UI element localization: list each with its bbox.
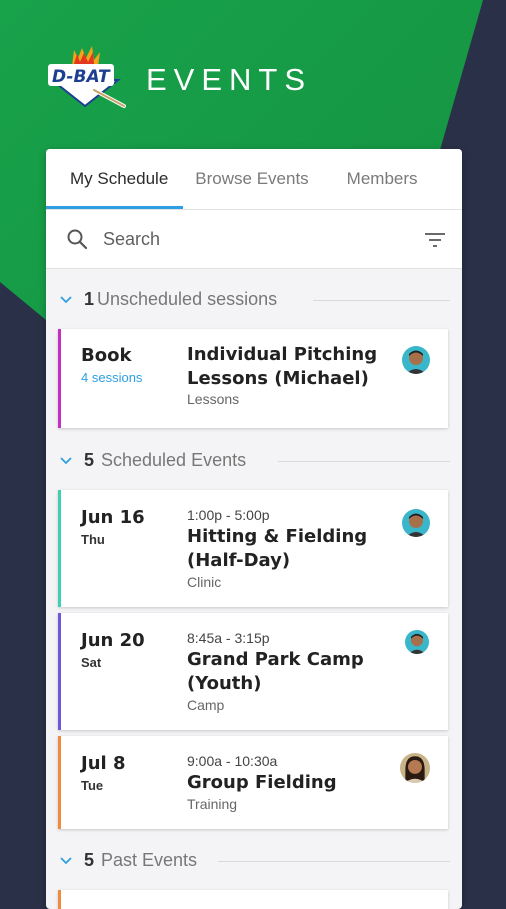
event-time: 9:00a - 10:30a — [187, 753, 278, 769]
event-day: Sat — [81, 655, 102, 670]
category-stripe — [58, 613, 61, 730]
logo-text: D-BAT — [52, 67, 111, 87]
event-title-line1: Individual Pitching — [187, 344, 378, 365]
event-time: 8:45a - 3:15p — [187, 630, 270, 646]
search-input[interactable]: Search — [103, 229, 160, 250]
sessions-link[interactable]: 4 sessions — [81, 370, 142, 385]
section-past[interactable]: 5 Past Events — [46, 845, 462, 875]
tab-bar: My Schedule Browse Events Members — [46, 149, 462, 210]
tab-my-schedule[interactable]: My Schedule — [46, 149, 184, 209]
section-label: Past Events — [101, 850, 198, 870]
event-title-line1: Hitting & Fielding — [187, 526, 368, 547]
event-day: Tue — [81, 778, 104, 793]
events-card: My Schedule Browse Events Members Search… — [46, 149, 462, 909]
section-divider — [218, 861, 450, 862]
tab-browse-events[interactable]: Browse Events — [183, 149, 320, 209]
avatar[interactable] — [405, 630, 429, 654]
avatar[interactable] — [402, 346, 430, 374]
event-title-line2: (Half-Day) — [187, 550, 291, 571]
dbat-logo: D-BAT — [44, 44, 126, 116]
event-item[interactable]: Jun 20 Sat 8:45a - 3:15p Grand Park Camp… — [58, 613, 448, 730]
section-label: Unscheduled sessions — [97, 289, 278, 309]
event-title: Group Fielding — [187, 772, 337, 793]
event-date: Jul 8 — [81, 753, 126, 774]
chevron-down-icon — [60, 857, 72, 865]
unscheduled-item[interactable]: Book 4 sessions Individual Pitching Less… — [58, 329, 448, 428]
event-category: Training — [187, 796, 238, 812]
avatar[interactable] — [400, 753, 430, 783]
category-stripe — [58, 736, 61, 829]
book-label[interactable]: Book — [81, 345, 131, 366]
event-title-line2: Lessons (Michael) — [187, 368, 369, 389]
search-bar[interactable]: Search — [46, 210, 462, 269]
avatar[interactable] — [402, 509, 430, 537]
section-divider — [278, 461, 450, 462]
chevron-down-icon — [60, 296, 72, 304]
tab-members[interactable]: Members — [321, 149, 430, 209]
app-title: EVENTS — [146, 62, 313, 97]
section-label: Scheduled Events — [101, 450, 247, 470]
event-category: Camp — [187, 697, 225, 713]
section-count: 1 — [84, 289, 95, 309]
section-count: 5 — [84, 450, 95, 470]
section-count: 5 — [84, 850, 95, 870]
event-item[interactable]: Jun 16 Thu 1:00p - 5:00p Hitting & Field… — [58, 490, 448, 607]
section-scheduled[interactable]: 5 Scheduled Events — [46, 445, 462, 475]
chevron-down-icon — [60, 457, 72, 465]
category-stripe — [58, 490, 61, 607]
section-divider — [313, 300, 450, 301]
event-time: 1:00p - 5:00p — [187, 507, 270, 523]
search-icon — [67, 229, 87, 249]
section-unscheduled[interactable]: 1 Unscheduled sessions — [46, 284, 462, 314]
category-stripe — [58, 329, 61, 428]
event-category: Clinic — [187, 574, 222, 590]
event-category: Lessons — [187, 391, 240, 407]
event-item[interactable]: Jul 8 Tue 9:00a - 10:30a Group Fielding … — [58, 736, 448, 829]
event-date: Jun 20 — [81, 630, 145, 651]
event-title-line2: (Youth) — [187, 673, 262, 694]
event-day: Thu — [81, 532, 105, 547]
filter-icon[interactable] — [425, 232, 445, 248]
event-title-line1: Grand Park Camp — [187, 649, 364, 670]
event-date: Jun 16 — [81, 507, 145, 528]
